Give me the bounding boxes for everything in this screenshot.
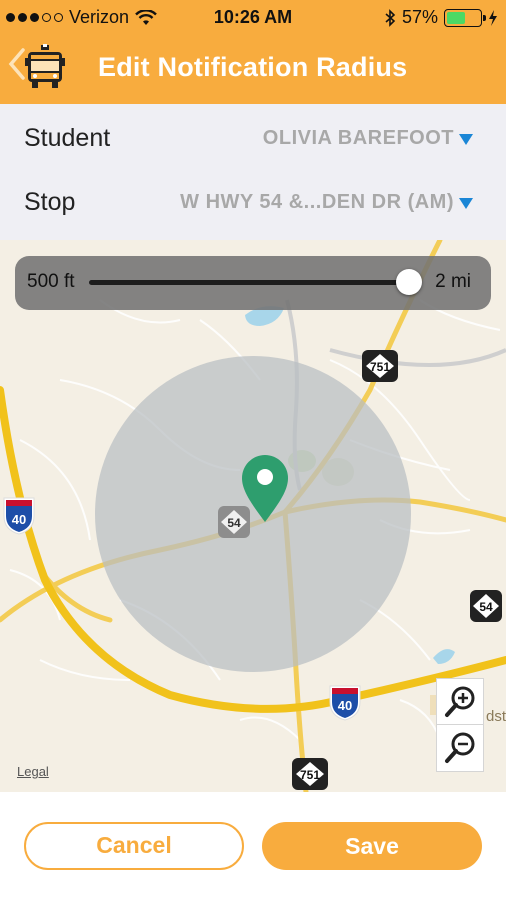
- route-shield-nc: 54: [218, 506, 250, 538]
- battery-level: [447, 11, 466, 24]
- map-view[interactable]: 751 54 40 54 40 751 dst 500 ft 2 mi Lega…: [0, 240, 506, 792]
- place-label: dst: [486, 708, 506, 725]
- shield-number: 751: [300, 768, 320, 782]
- route-shield-interstate: 40: [329, 685, 361, 721]
- student-selector[interactable]: Student OLIVIA BAREFOOT: [0, 106, 506, 170]
- stop-value: W HWY 54 &...DEN DR (AM): [180, 191, 454, 213]
- student-label: Student: [24, 124, 111, 152]
- route-shield-interstate: 40: [3, 497, 35, 535]
- stop-selector[interactable]: Stop W HWY 54 &...DEN DR (AM): [0, 170, 506, 234]
- save-button[interactable]: Save: [262, 822, 482, 870]
- selector-panel: Student OLIVIA BAREFOOT Stop W HWY 54 &.…: [0, 104, 506, 240]
- stop-label: Stop: [24, 188, 76, 216]
- status-bar: Verizon 10:26 AM 57%: [0, 0, 506, 34]
- battery-icon: [444, 8, 486, 27]
- shield-number: 54: [227, 516, 241, 530]
- zoom-in-icon: [445, 686, 475, 717]
- battery-percent: 57%: [401, 7, 438, 27]
- slider-track[interactable]: [89, 280, 407, 285]
- route-shield-nc: 54: [470, 590, 502, 622]
- status-right: 57%: [384, 7, 498, 28]
- student-value: OLIVIA BAREFOOT: [262, 127, 454, 149]
- radius-slider: 500 ft 2 mi: [15, 256, 491, 310]
- cancel-button[interactable]: Cancel: [24, 822, 244, 870]
- dropdown-arrow-icon: [459, 198, 473, 209]
- page-title: Edit Notification Radius: [98, 52, 408, 82]
- shield-number: 40: [338, 698, 352, 713]
- slider-max-label: 2 mi: [435, 271, 471, 292]
- charging-bolt-icon: [489, 9, 497, 26]
- slider-thumb[interactable]: [396, 269, 422, 295]
- slider-min-label: 500 ft: [27, 271, 75, 292]
- shield-number: 751: [370, 360, 390, 374]
- route-shield-nc: 751: [362, 350, 398, 382]
- shield-number: 54: [479, 600, 493, 614]
- legal-link[interactable]: Legal: [17, 764, 49, 779]
- shield-number: 40: [12, 512, 26, 527]
- zoom-controls: [436, 678, 484, 772]
- navigation-bar: Edit Notification Radius: [0, 34, 506, 104]
- action-bar: Cancel Save: [0, 792, 506, 900]
- map-canvas: 751 54 40 54 40 751 dst: [0, 240, 506, 792]
- bluetooth-icon: [385, 8, 396, 27]
- dropdown-arrow-icon: [459, 134, 473, 145]
- route-shield-nc: 751: [292, 758, 328, 790]
- school-bus-icon: [25, 44, 65, 88]
- zoom-out-icon: [445, 732, 475, 763]
- zoom-in-button[interactable]: [437, 679, 483, 725]
- zoom-out-button[interactable]: [437, 725, 483, 771]
- top-bar: Verizon 10:26 AM 57% Edit Notification R…: [0, 0, 506, 104]
